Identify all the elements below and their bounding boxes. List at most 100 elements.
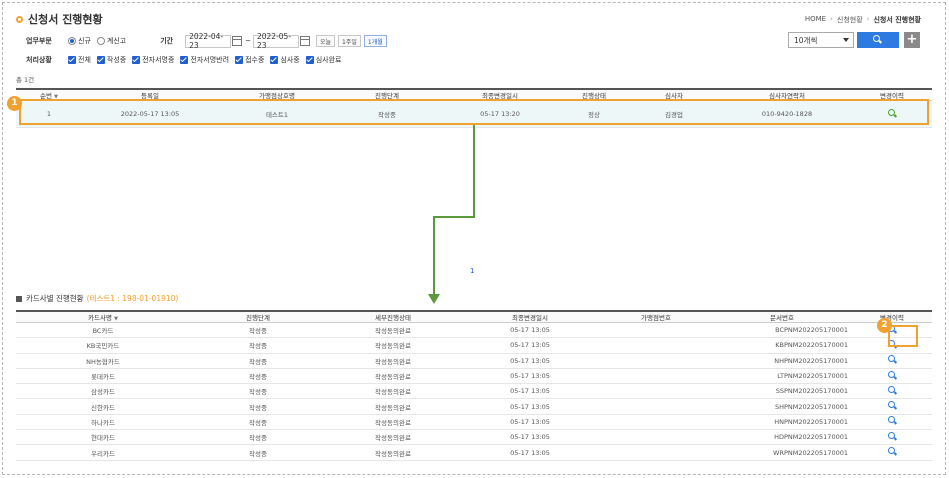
arrow-line xyxy=(433,216,475,218)
table-cell: 작성중 xyxy=(190,383,326,400)
table-cell: 작성동의완료 xyxy=(326,414,460,431)
status-checkbox[interactable]: 전체 xyxy=(68,55,91,65)
table-cell: NHPNM202205170001 xyxy=(712,353,852,369)
table-cell: WRPNM202205170001 xyxy=(712,444,852,461)
page-size-value: 10개씩 xyxy=(794,35,818,45)
table-cell: 작성동의완료 xyxy=(326,368,460,385)
table-row[interactable]: 우리카드 작성중 작성동의완료 05-17 13:05 WRPNM20220517000… xyxy=(16,444,932,461)
table-cell: SSPNM202205170001 xyxy=(712,383,852,400)
status-checkbox[interactable]: 전자서명반려 xyxy=(180,55,229,65)
status-checkbox-label: 작성중 xyxy=(106,56,127,64)
radio-new-control[interactable] xyxy=(68,37,76,45)
table-row[interactable]: NH농협카드 작성중 작성동의완료 05-17 13:05 NHPNM202205170… xyxy=(16,353,932,369)
calendar-icon[interactable] xyxy=(232,36,243,46)
table-cell: 작성동의완료 xyxy=(326,429,460,446)
status-checkbox[interactable]: 심사중 xyxy=(270,55,300,65)
card-company-table: 카드사명 ▼ 진행단계 세부진행상태 최종변경일시 가맹점번호 문서번호 변경이… xyxy=(16,310,932,461)
magnifier-icon[interactable] xyxy=(887,355,897,364)
breadcrumb-current: 신청서 진행현황 xyxy=(873,16,921,24)
range-week-button[interactable]: 1주일 xyxy=(338,35,361,47)
status-checkbox-label: 심사완료 xyxy=(315,56,342,64)
table-cell: 05-17 13:05 xyxy=(460,414,600,431)
table-cell: 05-17 13:05 xyxy=(460,444,600,461)
magnifier-icon[interactable] xyxy=(887,416,897,425)
radio-new[interactable]: 신규 xyxy=(68,36,91,46)
table-row[interactable]: KB국민카드 작성중 작성동의완료 05-17 13:05 KBPNM202205170… xyxy=(16,337,932,354)
section-title: 카드사별 진행현황 (테스트1 : 198-01-01910) xyxy=(16,293,178,304)
magnifier-icon[interactable] xyxy=(887,401,897,410)
table-cell: SHPNM202205170001 xyxy=(712,398,852,415)
chevron-right-icon: › xyxy=(830,15,833,23)
table-cell: KBPNM202205170001 xyxy=(712,337,852,354)
status-checkbox[interactable]: 작성중 xyxy=(96,55,127,65)
business-label: 업무부문 xyxy=(26,37,52,45)
arrow-line xyxy=(433,216,435,296)
calendar-icon[interactable] xyxy=(299,36,310,46)
breadcrumb-item[interactable]: 신청현황 xyxy=(837,15,863,25)
radio-renew[interactable]: 계신고 xyxy=(96,36,126,46)
checkbox-checked-icon[interactable] xyxy=(305,56,314,64)
plus-icon: + xyxy=(906,32,918,47)
table-cell xyxy=(600,398,712,415)
table-row[interactable]: 하나카드 작성중 작성동의완료 05-17 13:05 HNPNM20220517000… xyxy=(16,414,932,431)
table-cell: HNPNM202205170001 xyxy=(712,414,852,431)
table-cell xyxy=(600,383,712,400)
checkbox-checked-icon[interactable] xyxy=(96,56,105,64)
checkbox-checked-icon[interactable] xyxy=(68,56,76,64)
magnifier-icon[interactable] xyxy=(887,370,897,380)
chevron-right-icon: › xyxy=(866,15,870,23)
magnifier-icon[interactable] xyxy=(887,385,897,395)
table-row[interactable]: 롯데카드 작성중 작성동의완료 05-17 13:05 LTPNM20220517000… xyxy=(16,368,932,385)
highlight-box xyxy=(888,325,918,347)
table-cell: 05-17 13:05 xyxy=(460,322,600,339)
pagination-current[interactable]: 1 xyxy=(470,267,474,275)
status-checkbox[interactable]: 전자서명중 xyxy=(132,55,174,65)
magnifier-icon[interactable] xyxy=(887,447,897,456)
table-cell: 05-17 13:05 xyxy=(460,429,600,446)
table-cell: 작성동의완료 xyxy=(326,398,460,415)
column-header[interactable]: 카드사명 ▼ xyxy=(16,310,190,323)
result-count: 총 1건 xyxy=(16,76,35,84)
status-checkbox[interactable]: 심사완료 xyxy=(305,55,342,65)
range-month-button[interactable]: 1개월 xyxy=(363,35,387,47)
table-cell xyxy=(600,414,712,431)
status-label: 처리상황 xyxy=(26,56,52,64)
table-cell: 작성동의완료 xyxy=(326,353,460,369)
status-checkbox[interactable]: 접수중 xyxy=(235,55,264,65)
table-row[interactable]: 삼성카드 작성중 작성동의완료 05-17 13:05 SSPNM20220517000… xyxy=(16,383,932,400)
search-button[interactable] xyxy=(857,32,899,48)
table-cell: 작성중 xyxy=(190,398,326,415)
table-row[interactable]: BC카드 작성중 작성동의완료 05-17 13:05 BCPNM20220517000… xyxy=(16,322,932,339)
sort-down-icon[interactable]: ▼ xyxy=(114,316,118,322)
column-header: 최종변경일시 xyxy=(460,310,600,323)
status-checkbox-label: 접수중 xyxy=(245,56,265,64)
radio-renew-control[interactable] xyxy=(96,37,105,45)
table-cell xyxy=(852,414,932,431)
checkbox-checked-icon[interactable] xyxy=(180,56,189,64)
table-row[interactable]: 현대카드 작성중 작성동의완료 05-17 13:05 HDPNM20220517000… xyxy=(16,429,932,446)
arrow-down-icon xyxy=(428,294,440,304)
checkbox-checked-icon[interactable] xyxy=(132,56,141,64)
table-cell xyxy=(600,368,712,385)
table-cell xyxy=(852,353,932,369)
table-cell: 작성중 xyxy=(190,368,326,385)
date-from-input[interactable]: 2022-04-23 xyxy=(185,32,232,50)
magnifier-icon[interactable] xyxy=(887,431,897,441)
column-header: 변경이력 xyxy=(852,310,932,323)
table-cell: 신한카드 xyxy=(16,398,190,415)
breadcrumb-home[interactable]: HOME xyxy=(805,15,826,25)
table-row[interactable]: 신한카드 작성중 작성동의완료 05-17 13:05 SHPNM20220517000… xyxy=(16,398,932,415)
status-checkbox-label: 심사중 xyxy=(280,56,300,64)
filter-row-status: 처리상황 전체 작성중 전자서명중 전자서명반려 접수중 심사중 심사완료 xyxy=(26,53,347,67)
checkbox-checked-icon[interactable] xyxy=(270,56,279,64)
radio-new-label: 신규 xyxy=(78,37,91,45)
table-cell xyxy=(600,429,712,446)
table-cell: KB국민카드 xyxy=(16,337,190,354)
checkbox-checked-icon[interactable] xyxy=(235,56,244,64)
period-label: 기간 xyxy=(160,37,174,45)
add-button[interactable]: + xyxy=(904,32,920,48)
table-cell xyxy=(852,368,932,385)
date-to-input[interactable]: 2022-05-23 xyxy=(252,32,299,50)
page-size-select[interactable]: 10개씩 xyxy=(788,32,854,48)
range-today-button[interactable]: 오늘 xyxy=(315,35,336,47)
